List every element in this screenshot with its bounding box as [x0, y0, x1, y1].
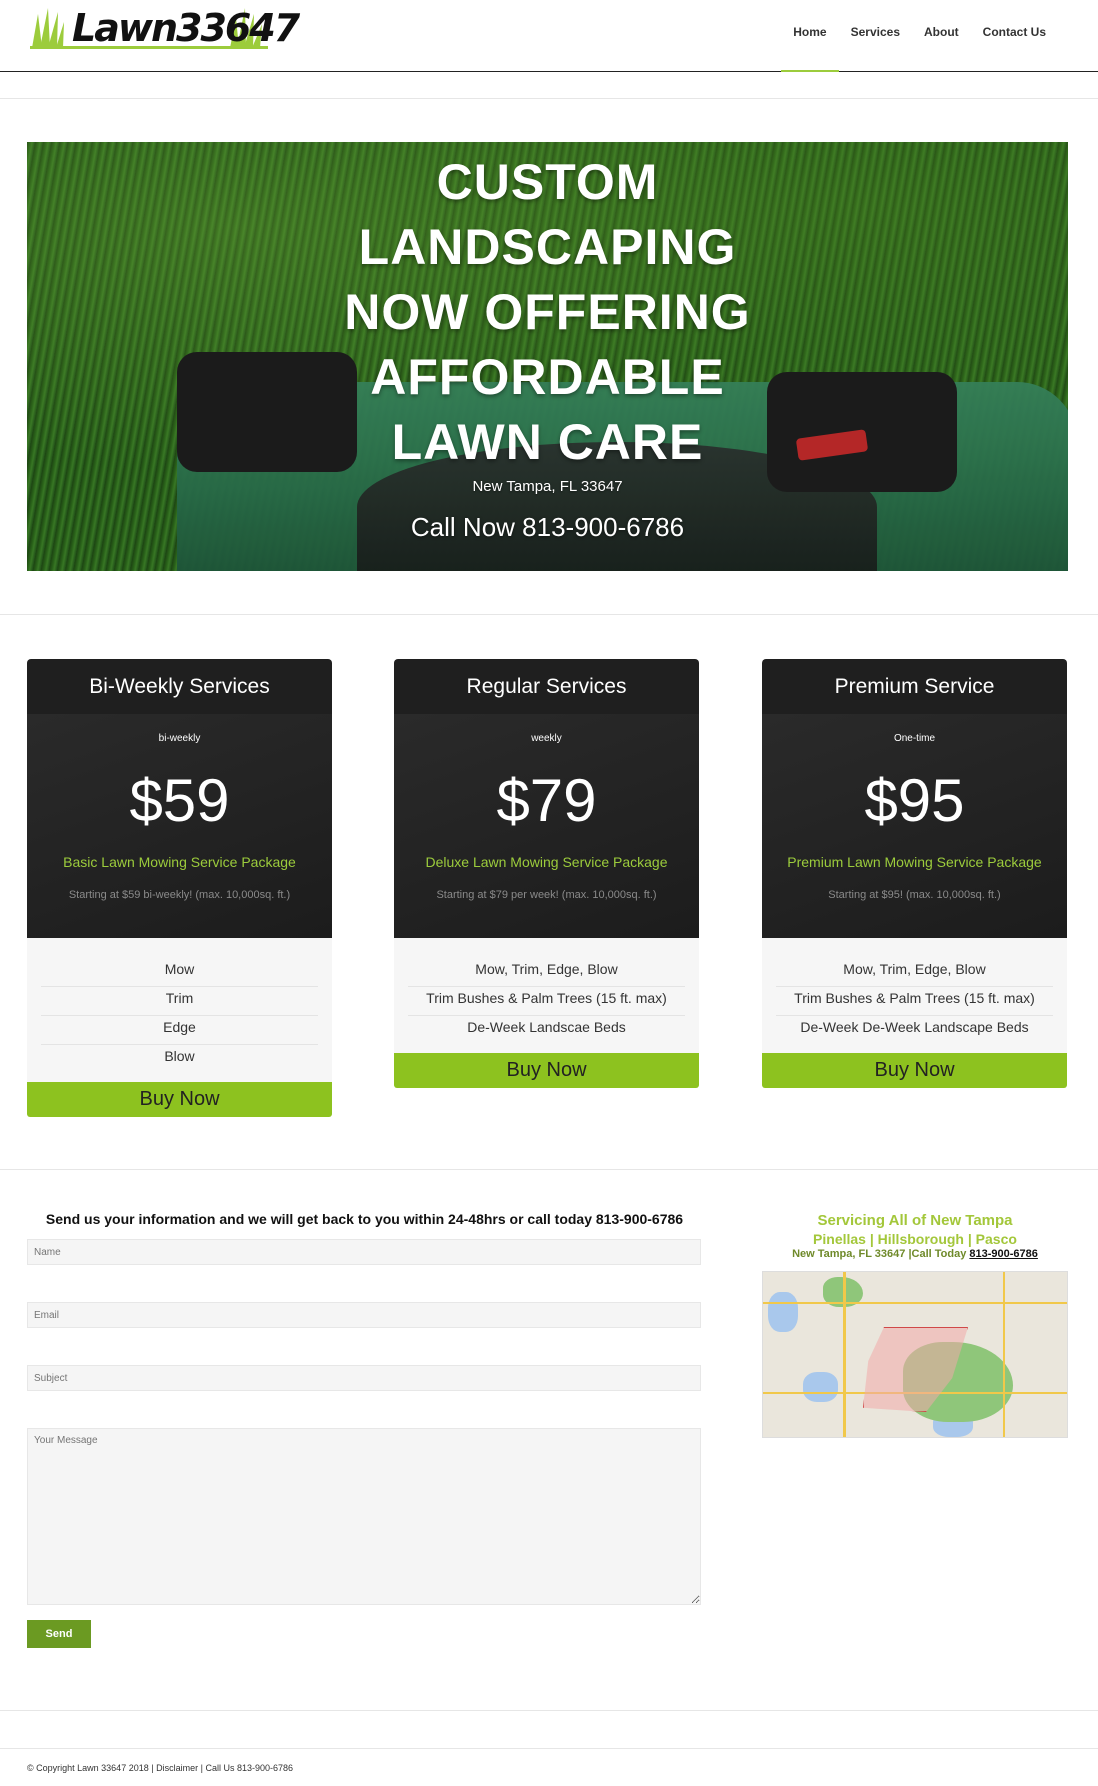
copyright-text: © Copyright Lawn 33647 2018 |	[27, 1763, 154, 1773]
buy-now-button[interactable]: Buy Now	[394, 1053, 699, 1088]
footer-separator: |	[200, 1763, 203, 1773]
message-field[interactable]	[27, 1428, 701, 1605]
hero-banner: CUSTOM LANDSCAPING NOW OFFERING AFFORDAB…	[27, 142, 1068, 571]
footer-call-link[interactable]: Call Us 813-900-6786	[205, 1763, 293, 1773]
disclaimer-link[interactable]: Disclaimer	[156, 1763, 198, 1773]
logo-text: Lawn33647	[72, 6, 300, 50]
buy-now-button[interactable]: Buy Now	[762, 1053, 1067, 1088]
hero-call[interactable]: Call Now 813-900-6786	[27, 512, 1068, 543]
nav-about[interactable]: About	[912, 25, 971, 72]
plan-card-premium: Premium Service One-time $95 Premium Law…	[762, 659, 1067, 1088]
service-area-location: New Tampa, FL 33647 |Call Today	[792, 1248, 967, 1260]
plan-feature: Blow	[164, 1048, 195, 1064]
plan-title: Bi-Weekly Services	[27, 659, 332, 714]
hero-title: CUSTOM LANDSCAPING NOW OFFERING AFFORDAB…	[27, 150, 1068, 475]
service-area-counties: Pinellas | Hillsborough | Pasco	[813, 1231, 1017, 1247]
plan-note: Starting at $95! (max. 10,000sq. ft.)	[828, 889, 1001, 901]
plan-feature: Mow	[41, 958, 318, 987]
hero-title-line: CUSTOM	[436, 154, 659, 210]
service-area-title: Servicing All of New Tampa	[817, 1212, 1013, 1229]
plan-card-bi-weekly: Bi-Weekly Services bi-weekly $59 Basic L…	[27, 659, 332, 1117]
name-field[interactable]	[27, 1239, 701, 1265]
map-water	[803, 1372, 838, 1402]
plan-period: weekly	[531, 733, 562, 744]
hero-title-line: LAWN CARE	[391, 414, 704, 470]
divider	[0, 1169, 1098, 1170]
map-road	[843, 1272, 846, 1437]
plan-features: Mow, Trim, Edge, Blow Trim Bushes & Palm…	[394, 938, 699, 1053]
plan-feature: Mow, Trim, Edge, Blow	[408, 958, 685, 987]
plan-feature: De-Week Landscae Beds	[467, 1019, 626, 1035]
nav-contact-us[interactable]: Contact Us	[971, 25, 1058, 72]
plan-note: Starting at $59 bi-weekly! (max. 10,000s…	[68, 889, 291, 901]
plan-title: Regular Services	[394, 659, 699, 714]
plan-features: Mow Trim Edge Blow	[27, 938, 332, 1082]
hero-location: New Tampa, FL 33647	[472, 478, 623, 495]
plan-price-panel: bi-weekly $59 Basic Lawn Mowing Service …	[27, 714, 332, 938]
hero-title-line: AFFORDABLE	[370, 349, 725, 405]
service-area-map[interactable]	[762, 1271, 1068, 1438]
plan-feature: Mow, Trim, Edge, Blow	[776, 958, 1053, 987]
plan-name: Premium Lawn Mowing Service Package	[787, 854, 1042, 870]
plan-feature: Edge	[41, 1016, 318, 1045]
service-area-phone-link[interactable]: 813-900-6786	[969, 1248, 1038, 1260]
plan-period: bi-weekly	[158, 733, 201, 744]
plan-feature: Trim Bushes & Palm Trees (15 ft. max)	[408, 987, 685, 1016]
hero-title-line: NOW OFFERING	[344, 284, 751, 340]
service-area-contact: New Tampa, FL 33647 |Call Today 813-900-…	[760, 1248, 1070, 1260]
site-header: Lawn33647 Home Services About Contact Us	[0, 0, 1098, 72]
plan-price: $95	[864, 767, 965, 834]
footer-copyright: © Copyright Lawn 33647 2018 | Disclaimer…	[27, 1763, 293, 1773]
divider	[0, 1710, 1098, 1711]
divider	[0, 1748, 1098, 1749]
plan-price: $79	[496, 767, 597, 834]
email-field[interactable]	[27, 1302, 701, 1328]
subject-field[interactable]	[27, 1365, 701, 1391]
plan-price-panel: weekly $79 Deluxe Lawn Mowing Service Pa…	[394, 714, 699, 938]
plan-feature: De-Week De-Week Landscape Beds	[800, 1019, 1029, 1035]
map-road	[1003, 1272, 1005, 1437]
nav-services[interactable]: Services	[839, 25, 912, 72]
plan-feature: Trim	[41, 987, 318, 1016]
buy-now-button[interactable]: Buy Now	[27, 1082, 332, 1117]
divider	[0, 98, 1098, 99]
site-logo[interactable]: Lawn33647	[30, 4, 300, 50]
plan-price-panel: One-time $95 Premium Lawn Mowing Service…	[762, 714, 1067, 938]
contact-title: Send us your information and we will get…	[45, 1211, 684, 1227]
main-nav: Home Services About Contact Us	[781, 25, 1058, 72]
plan-price: $59	[129, 767, 230, 834]
plan-features: Mow, Trim, Edge, Blow Trim Bushes & Palm…	[762, 938, 1067, 1053]
map-road	[763, 1302, 1067, 1304]
divider	[0, 614, 1098, 615]
plan-name: Basic Lawn Mowing Service Package	[63, 854, 296, 870]
plan-name: Deluxe Lawn Mowing Service Package	[425, 854, 668, 870]
nav-home[interactable]: Home	[781, 25, 839, 72]
service-area: Servicing All of New Tampa Pinellas | Hi…	[760, 1212, 1070, 1260]
send-button[interactable]: Send	[27, 1620, 91, 1648]
map-water	[768, 1292, 798, 1332]
plan-card-regular: Regular Services weekly $79 Deluxe Lawn …	[394, 659, 699, 1088]
plan-note: Starting at $79 per week! (max. 10,000sq…	[436, 889, 657, 901]
plan-feature: Trim Bushes & Palm Trees (15 ft. max)	[776, 987, 1053, 1016]
hero-title-line: LANDSCAPING	[358, 219, 737, 275]
plan-title: Premium Service	[762, 659, 1067, 714]
plan-period: One-time	[893, 733, 936, 744]
